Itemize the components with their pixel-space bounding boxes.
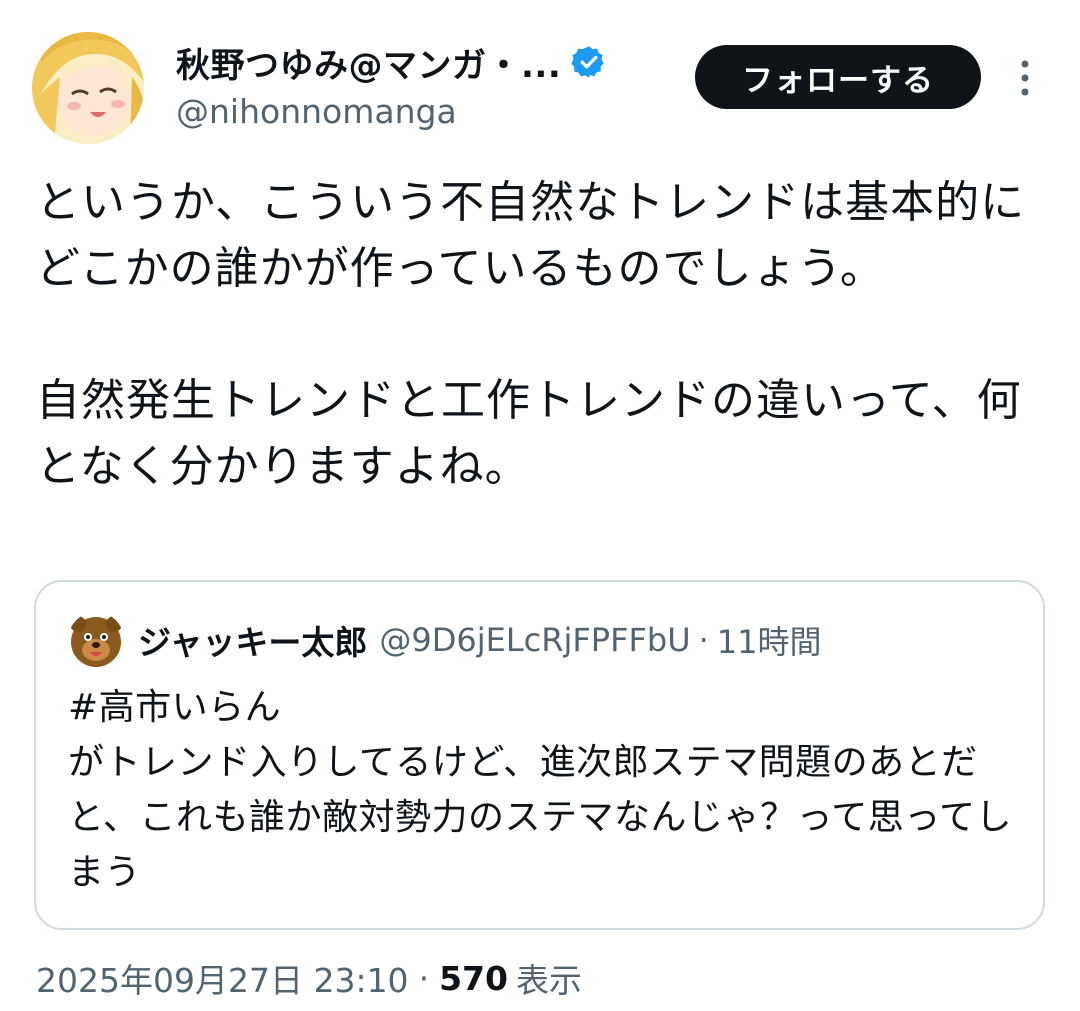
author-handle[interactable]: @nihonnomanga: [176, 92, 457, 131]
quoted-tweet-card[interactable]: ジャッキー太郎 @9D6jELcRjFPFFbU · 11時間 #高市いらん が…: [34, 580, 1045, 930]
meta-separator: ·: [418, 958, 430, 998]
view-count: 570: [439, 958, 508, 998]
tweet-timestamp[interactable]: 2025年09月27日 23:10: [36, 954, 409, 1002]
quoted-tweet-header: ジャッキー太郎 @9D6jELcRjFPFFbU · 11時間: [68, 612, 822, 668]
author-avatar-image: [32, 32, 144, 144]
tweet-header: 秋野つゆみ@マンガ・... @nihonnomanga フォローする: [0, 0, 1080, 160]
quoted-tweet-text: #高市いらん がトレンド入りしてるけど、進次郎ステマ問題のあとだと、これも誰か敵…: [68, 687, 1012, 893]
view-count-label: 表示: [515, 961, 582, 1000]
quoted-author-display-name: ジャッキー太郎: [138, 623, 368, 662]
quoted-meta-separator: ·: [698, 621, 709, 659]
author-display-name[interactable]: 秋野つゆみ@マンガ・...: [176, 38, 561, 87]
more-vertical-icon[interactable]: [1010, 58, 1040, 98]
quoted-author-avatar: [68, 612, 124, 668]
author-avatar[interactable]: [32, 32, 144, 144]
follow-button[interactable]: フォローする: [695, 45, 981, 109]
tweet-body-text: というか、こういう不自然なトレンドは基本的にどこかの誰かが作っているものでしょう…: [36, 177, 1026, 492]
quoted-tweet-time: 11時間: [716, 623, 822, 661]
quoted-author-handle: @9D6jELcRjFPFFbU: [379, 621, 691, 659]
author-name-row: 秋野つゆみ@マンガ・...: [176, 38, 607, 87]
verified-badge-icon: [571, 44, 607, 80]
tweet-meta-row: 2025年09月27日 23:10 · 570 表示: [36, 952, 582, 1004]
